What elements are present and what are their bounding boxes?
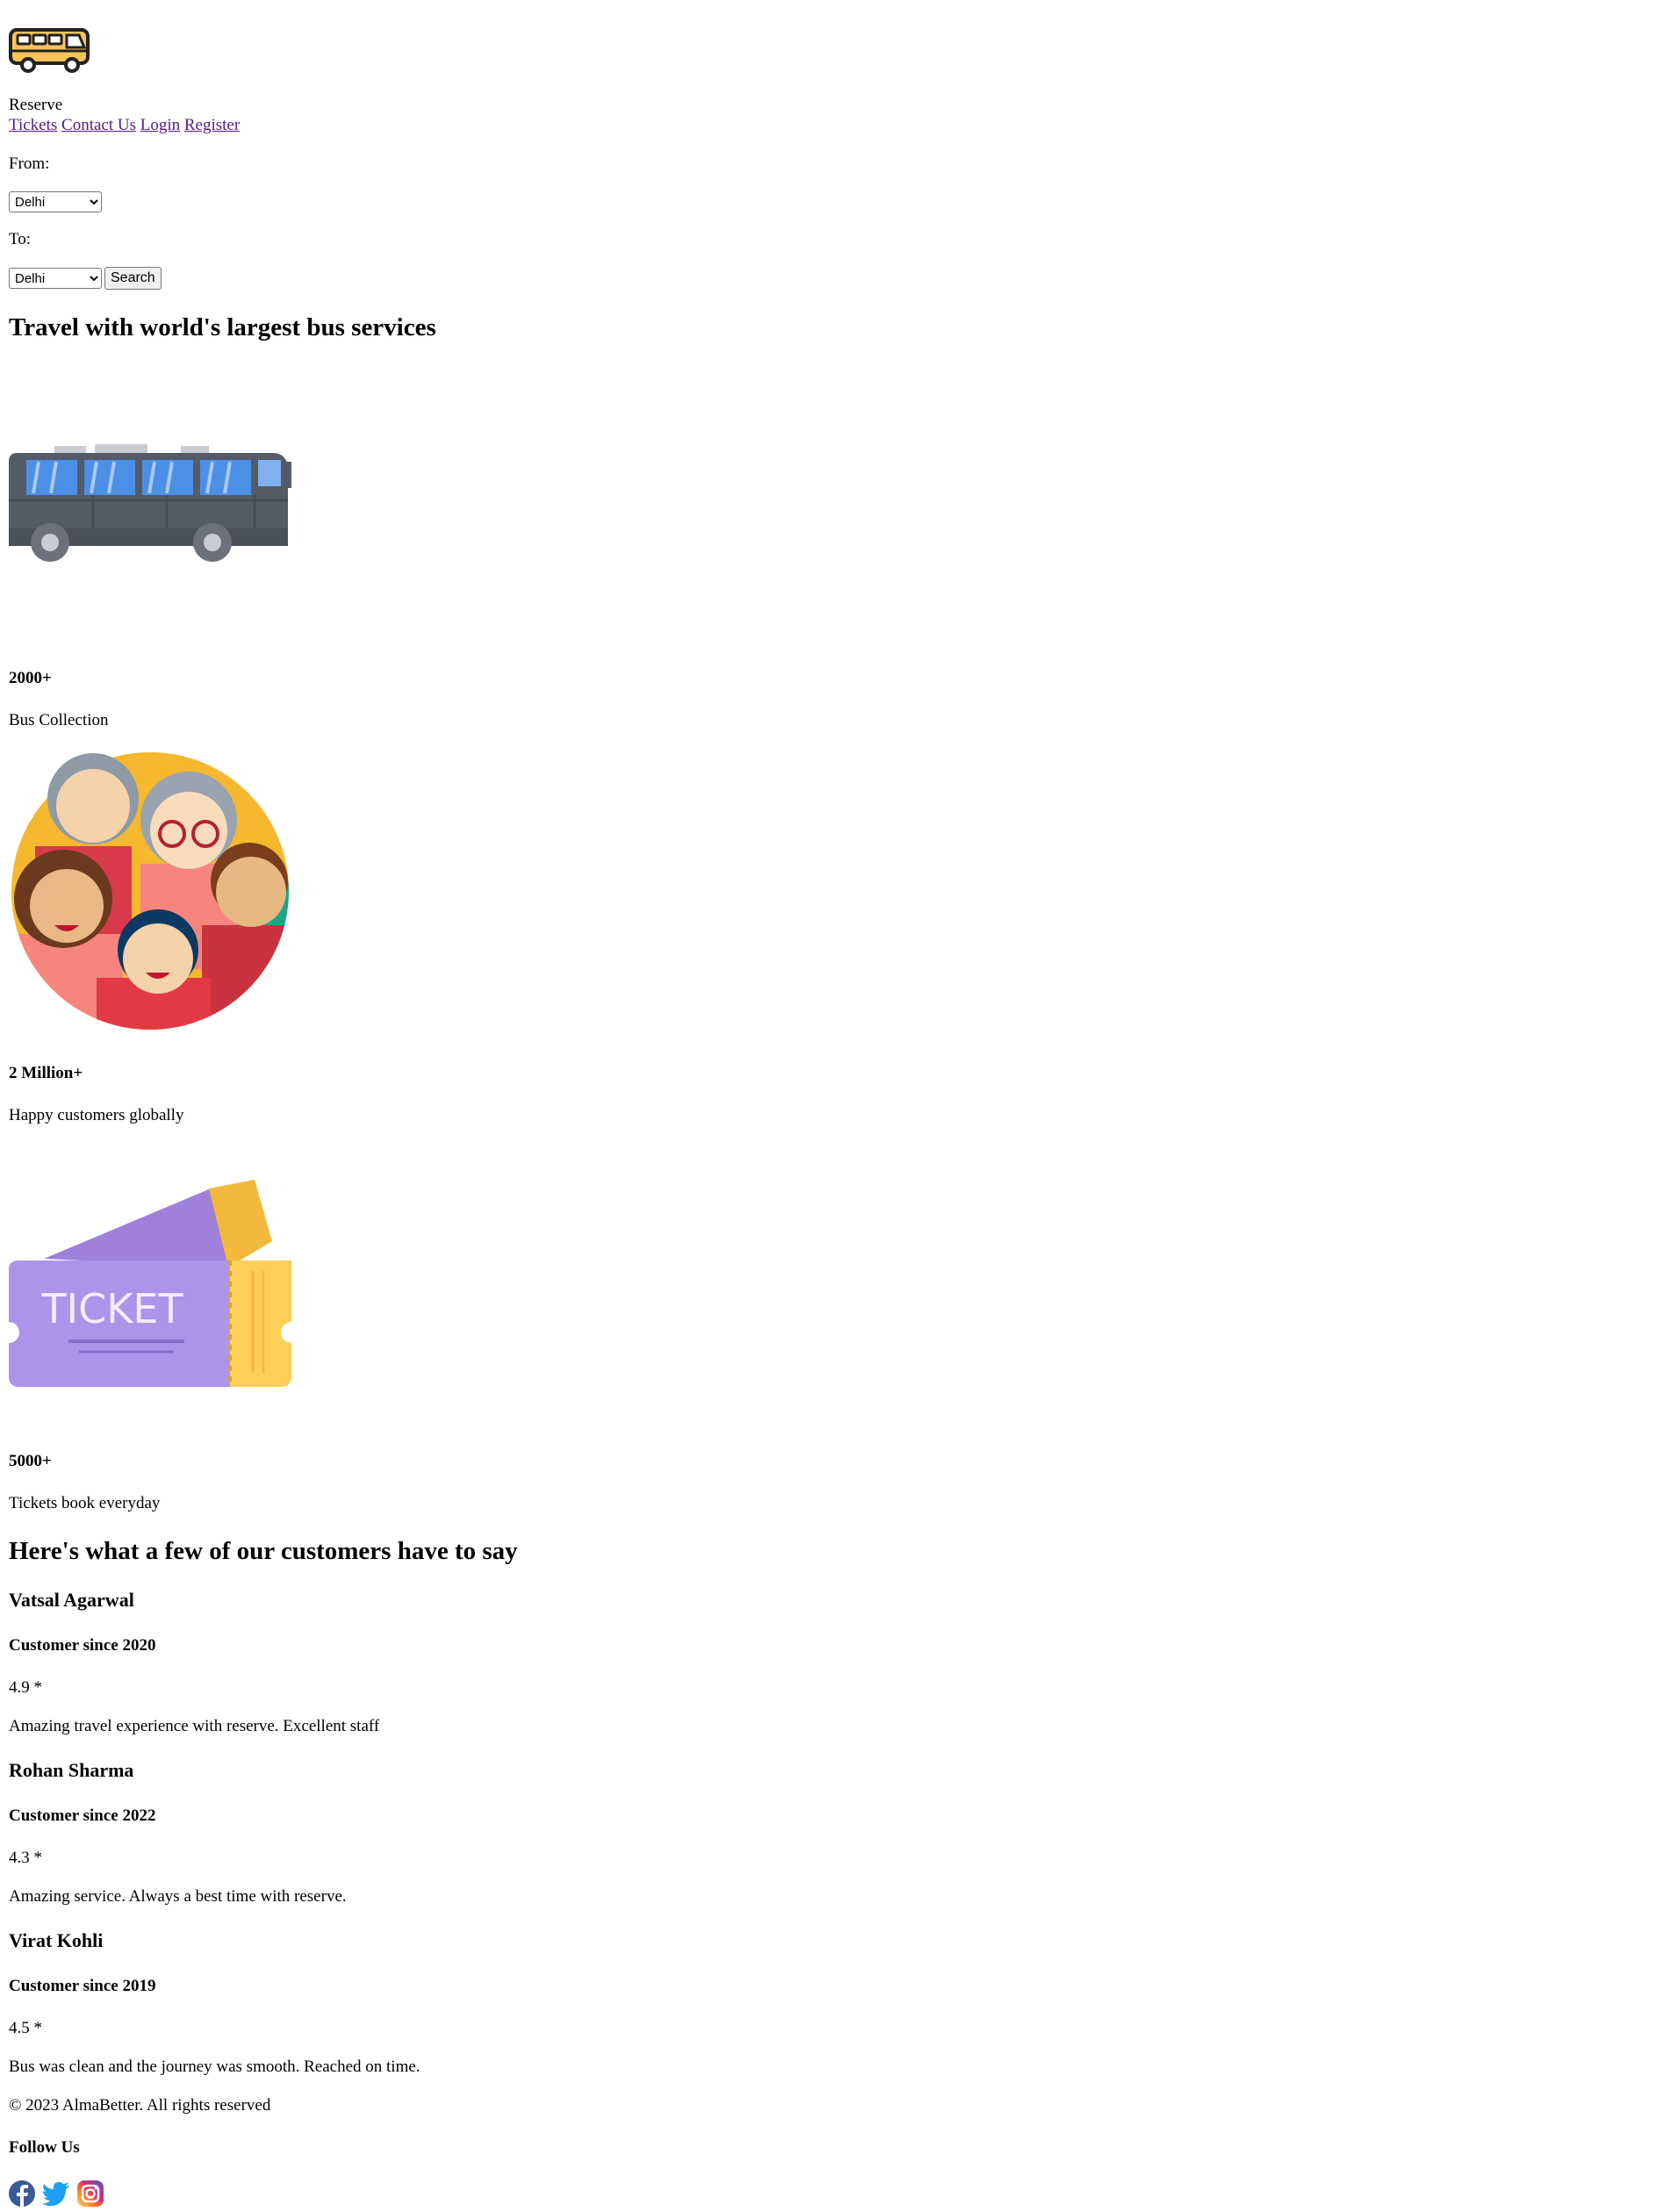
- stat-value: 2000+: [9, 669, 52, 687]
- testimonial-name: Virat Kohli: [9, 1929, 104, 1951]
- testimonial-rating: 4.3 *: [9, 1849, 42, 1867]
- hero-title: Travel with world's largest bus services: [9, 313, 436, 341]
- twitter-icon[interactable]: [42, 2180, 70, 2207]
- testimonial-rating: 4.5 *: [9, 2019, 42, 2037]
- testimonial-name: Vatsal Agarwal: [9, 1589, 134, 1611]
- ticket-word: TICKET: [40, 1285, 183, 1332]
- nav-register[interactable]: Register: [184, 116, 240, 134]
- nav-login[interactable]: Login: [140, 116, 180, 134]
- testimonials-title: Here's what a few of our customers have …: [9, 1537, 518, 1565]
- stat-value: 2 Million+: [9, 1064, 83, 1082]
- from-label: From:: [9, 154, 50, 173]
- from-select[interactable]: Delhi: [9, 191, 102, 212]
- stat-caption: Bus Collection: [9, 711, 109, 729]
- customers-illustration: [9, 750, 291, 1032]
- site-logo[interactable]: [9, 25, 93, 74]
- testimonial-text: Amazing service. Always a best time with…: [9, 1887, 347, 1906]
- nav-contact-us[interactable]: Contact Us: [61, 116, 136, 134]
- testimonial-rating: 4.9 *: [9, 1678, 42, 1697]
- testimonial-since: Customer since 2020: [9, 1636, 156, 1655]
- follow-us-heading: Follow Us: [9, 2138, 80, 2157]
- main-nav: Tickets Contact Us Login Register: [9, 116, 240, 135]
- to-label: To:: [9, 230, 32, 248]
- testimonial-since: Customer since 2019: [9, 1977, 156, 1995]
- facebook-icon[interactable]: [9, 2180, 35, 2207]
- brand-name: Reserve: [9, 96, 63, 114]
- testimonial-text: Bus was clean and the journey was smooth…: [9, 2058, 420, 2076]
- social-links: [9, 2180, 104, 2207]
- stat-value: 5000+: [9, 1452, 52, 1470]
- bus-illustration: [9, 444, 291, 564]
- instagram-icon[interactable]: [77, 2180, 104, 2207]
- copyright: © 2023 AlmaBetter. All rights reserved: [9, 2096, 271, 2115]
- stat-caption: Happy customers globally: [9, 1106, 184, 1124]
- bus-logo-icon: [9, 28, 90, 73]
- testimonial-name: Rohan Sharma: [9, 1759, 134, 1781]
- ticket-illustration: TICKET: [9, 1180, 291, 1387]
- stat-caption: Tickets book everyday: [9, 1494, 161, 1512]
- search-button[interactable]: Search: [104, 267, 162, 290]
- nav-tickets[interactable]: Tickets: [9, 116, 57, 134]
- testimonial-text: Amazing travel experience with reserve. …: [9, 1717, 380, 1735]
- testimonial-since: Customer since 2022: [9, 1806, 156, 1825]
- to-select[interactable]: Delhi: [9, 268, 102, 289]
